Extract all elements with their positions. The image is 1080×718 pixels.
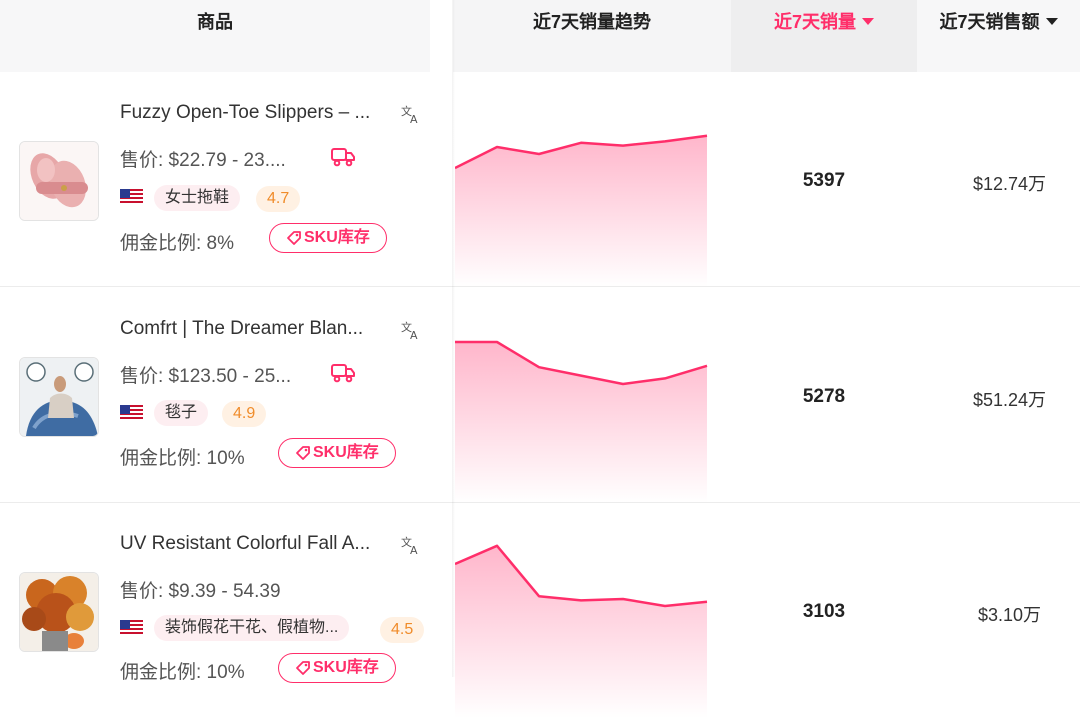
- sku-inventory-button[interactable]: SKU库存: [269, 223, 387, 253]
- column-header-product: 商品: [0, 0, 430, 72]
- tag-icon: [287, 231, 301, 245]
- sku-inventory-label: SKU库存: [313, 444, 379, 461]
- product-title[interactable]: Comfrt | The Dreamer Blan...: [120, 318, 363, 340]
- sales-7d-value: 5278: [802, 386, 846, 407]
- sales-trend-sparkline: [455, 544, 708, 718]
- shipping-truck-icon: [331, 364, 355, 383]
- svg-text:A: A: [410, 329, 418, 341]
- trend-area: [455, 135, 707, 287]
- commission-rate: 佣金比例: 10%: [120, 448, 245, 469]
- sales-7d-value: 5397: [802, 170, 846, 191]
- sales-7d-value: 3103: [802, 601, 846, 622]
- us-flag-icon: [120, 620, 143, 636]
- price-range: 售价: $123.50 - 25...: [120, 366, 292, 387]
- sort-desc-icon: [862, 18, 874, 25]
- revenue-7d-value: $3.10万: [977, 605, 1042, 625]
- product-thumbnail[interactable]: [19, 357, 99, 437]
- translate-icon[interactable]: 文 A: [400, 534, 422, 556]
- rating-badge: 4.9: [222, 401, 267, 427]
- column-header-trend: 近7天销量趋势: [453, 0, 731, 72]
- svg-text:A: A: [410, 113, 418, 125]
- table-row[interactable]: Comfrt | The Dreamer Blan... 文 A 售价: $12…: [0, 288, 1080, 503]
- us-flag-icon: [120, 405, 143, 421]
- tag-icon: [296, 661, 310, 675]
- product-thumbnail[interactable]: [19, 141, 99, 221]
- rating-badge: 4.5: [380, 617, 425, 643]
- column-header-sales-sort[interactable]: 近7天销量: [731, 0, 917, 72]
- sku-inventory-label: SKU库存: [304, 229, 370, 246]
- svg-text:A: A: [410, 544, 418, 556]
- price-range: 售价: $22.79 - 23....: [120, 150, 286, 171]
- rating-badge: 4.7: [256, 186, 301, 212]
- column-header-trend-label: 近7天销量趋势: [532, 12, 651, 32]
- column-header-sales-label: 近7天销量: [773, 12, 856, 32]
- sales-trend-sparkline: [455, 340, 708, 503]
- product-title[interactable]: Fuzzy Open-Toe Slippers – ...: [120, 102, 370, 124]
- sku-inventory-button[interactable]: SKU库存: [278, 438, 396, 468]
- price-range: 售价: $9.39 - 54.39: [120, 581, 281, 602]
- revenue-7d-value: $51.24万: [972, 390, 1047, 410]
- commission-rate: 佣金比例: 8%: [120, 233, 235, 254]
- product-title[interactable]: UV Resistant Colorful Fall A...: [120, 533, 370, 555]
- table-row[interactable]: UV Resistant Colorful Fall A... 文 A 售价: …: [0, 503, 1080, 718]
- column-header-product-label: 商品: [197, 12, 233, 32]
- category-tag: 装饰假花干花、假植物...: [154, 615, 350, 641]
- commission-rate: 佣金比例: 10%: [120, 662, 245, 683]
- column-header-revenue-sort[interactable]: 近7天销售额: [917, 0, 1080, 72]
- table-header: 商品 近7天销量趋势 近7天销量 近7天销售额: [0, 0, 1080, 72]
- category-tag: 女士拖鞋: [154, 185, 241, 211]
- translate-icon[interactable]: 文 A: [400, 319, 422, 341]
- sku-inventory-label: SKU库存: [313, 659, 379, 676]
- trend-area: [455, 342, 707, 503]
- revenue-7d-value: $12.74万: [972, 174, 1047, 194]
- us-flag-icon: [120, 189, 143, 205]
- trend-area: [455, 545, 707, 718]
- product-thumbnail[interactable]: [19, 572, 99, 652]
- sales-trend-sparkline: [455, 134, 708, 287]
- shipping-truck-icon: [331, 148, 355, 167]
- tag-icon: [296, 446, 310, 460]
- sku-inventory-button[interactable]: SKU库存: [278, 653, 396, 683]
- category-tag: 毯子: [154, 400, 209, 426]
- column-divider-shadow: [452, 0, 455, 677]
- sort-desc-icon: [1045, 18, 1058, 25]
- column-header-revenue-label: 近7天销售额: [939, 12, 1040, 32]
- translate-icon[interactable]: 文 A: [400, 103, 422, 125]
- table-row[interactable]: Fuzzy Open-Toe Slippers – ... 文 A 售价: $2…: [0, 72, 1080, 287]
